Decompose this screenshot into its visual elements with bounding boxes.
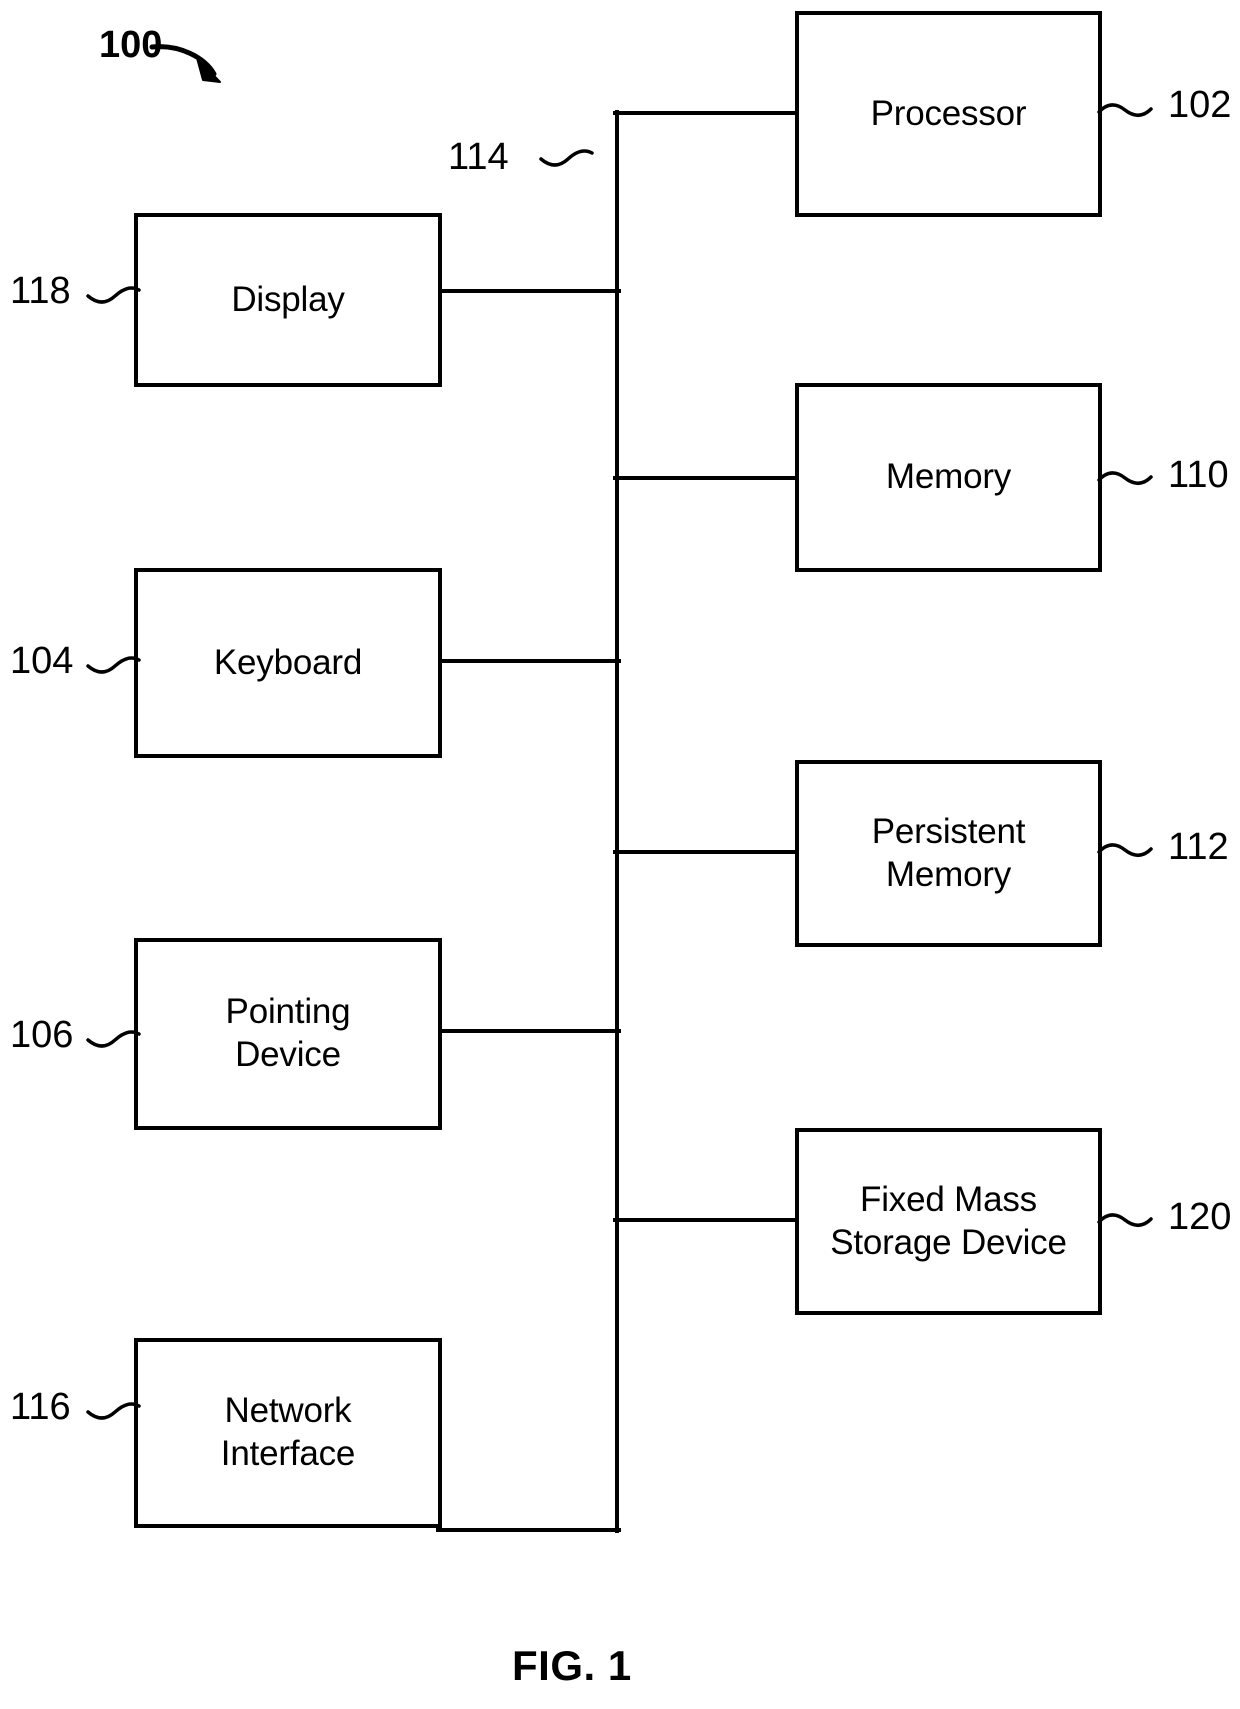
reference-number-keyboard: 104 [10,640,74,682]
block-box-memory [795,383,1102,572]
block-box-display [134,213,442,387]
reference-number-fixed-mass-storage: 120 [1168,1196,1232,1238]
leader-squiggle-114 [539,149,594,167]
reference-number-processor: 102 [1168,84,1232,126]
block-box-persistent-memory [795,760,1102,947]
reference-number-network-interface: 116 [10,1386,71,1428]
patent-figure-1: 100 114 Display Keyboard Pointing Device… [0,0,1240,1709]
leader-squiggle-104 [86,656,141,674]
system-reference-number: 100 [99,24,163,66]
leader-squiggle-106 [86,1030,141,1048]
reference-number-display: 118 [10,270,71,312]
leader-squiggle-110 [1097,471,1153,485]
reference-number-pointing-device: 106 [10,1014,74,1056]
diagram-canvas [86,11,1153,1533]
block-box-network-interface [134,1338,442,1528]
leader-squiggle-118 [86,286,141,304]
block-box-pointing-device [134,938,442,1130]
leader-squiggle-102 [1097,103,1153,117]
figure-caption: FIG. 1 [512,1642,632,1689]
reference-number-persistent-memory: 112 [1168,826,1229,868]
bus-reference-number: 114 [448,136,509,178]
block-box-fixed-mass-storage [795,1128,1102,1315]
reference-number-memory: 110 [1168,454,1229,496]
block-box-keyboard [134,568,442,758]
leader-squiggle-116 [86,1402,141,1420]
leader-squiggle-120 [1097,1213,1153,1227]
leader-squiggle-112 [1097,843,1153,857]
block-box-processor [795,11,1102,217]
